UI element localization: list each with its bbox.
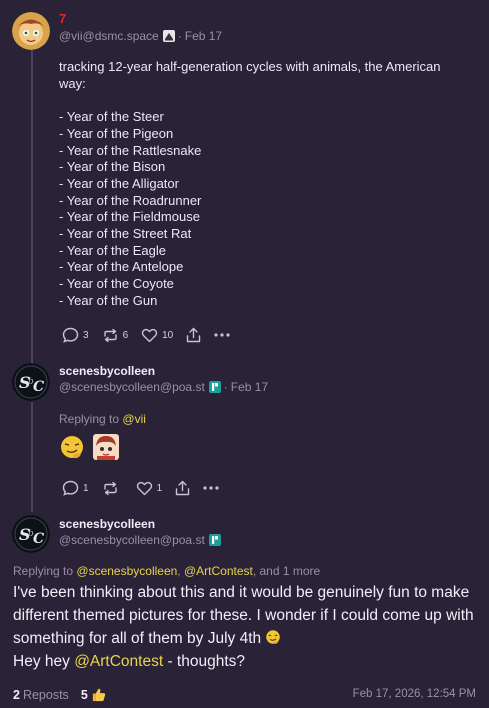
- repost-button[interactable]: [102, 481, 123, 496]
- share-button[interactable]: [175, 480, 190, 496]
- smug-emoji-icon: [61, 436, 83, 459]
- avatar[interactable]: S b C: [12, 515, 50, 553]
- handle-row: @scenesbycolleen@poa.st · Feb 17: [59, 380, 268, 394]
- post-actions: 3 6 10: [62, 327, 243, 343]
- reply-icon: [62, 327, 79, 343]
- handle[interactable]: @scenesbycolleen@poa.st: [59, 380, 205, 394]
- post-body: I've been thinking about this and it wou…: [13, 581, 476, 673]
- avatar[interactable]: S b C: [12, 363, 50, 401]
- reposts-label: Reposts: [22, 687, 69, 702]
- post-scenesbycolleen-reply[interactable]: S b C scenesbycolleen @scenesbycolleen@p…: [0, 350, 489, 510]
- handle[interactable]: @scenesbycolleen@poa.st: [59, 533, 205, 547]
- svg-text:C: C: [33, 379, 44, 395]
- smug-emoji-icon: [266, 630, 281, 644]
- handle-row: @vii@dsmc.space · Feb 17: [59, 29, 222, 43]
- anime-character-emoji-icon: [93, 434, 119, 460]
- heart-icon: [136, 481, 152, 495]
- repost-button[interactable]: 6: [102, 328, 129, 343]
- mention-link[interactable]: @vii: [122, 412, 146, 426]
- and-more-link[interactable]: , and 1 more: [253, 564, 320, 578]
- mention-link[interactable]: @ArtContest: [74, 653, 163, 670]
- display-name[interactable]: scenesbycolleen: [59, 364, 155, 378]
- more-button[interactable]: [214, 333, 230, 337]
- post-stats: 2 Reposts 5: [13, 687, 106, 702]
- post-vii[interactable]: 7 @vii@dsmc.space · Feb 17 tracking 12-y…: [0, 0, 489, 350]
- reposts-count: 2: [13, 687, 20, 702]
- display-name[interactable]: scenesbycolleen: [59, 517, 155, 531]
- post-date[interactable]: Feb 17: [185, 29, 222, 43]
- reply-count: 3: [83, 329, 89, 341]
- reply-button[interactable]: 3: [62, 327, 89, 343]
- thread-view: 7 @vii@dsmc.space · Feb 17 tracking 12-y…: [0, 0, 489, 708]
- repost-count: 6: [122, 329, 129, 341]
- post-text: I've been thinking about this and it wou…: [13, 584, 474, 647]
- post-actions: 1 1: [62, 480, 232, 496]
- mention-link[interactable]: @ArtContest: [184, 564, 253, 578]
- replying-label: Replying to: [59, 412, 120, 426]
- more-icon: [214, 333, 230, 337]
- reply-button[interactable]: 1: [62, 480, 89, 496]
- avatar[interactable]: [12, 12, 50, 50]
- like-count: 10: [162, 329, 174, 341]
- separator: ·: [177, 29, 182, 43]
- reply-context: Replying to @scenesbycolleen, @ArtContes…: [13, 564, 320, 578]
- instance-badge-icon: [162, 30, 175, 42]
- like-count: 1: [156, 482, 163, 494]
- mention-link[interactable]: @scenesbycolleen: [76, 564, 177, 578]
- thumbs-up-icon: [92, 688, 105, 702]
- reply-context: Replying to @vii: [59, 412, 146, 426]
- handle[interactable]: @vii@dsmc.space: [59, 29, 159, 43]
- display-name[interactable]: 7: [59, 11, 66, 26]
- post-text: - thoughts?: [163, 653, 246, 670]
- like-button[interactable]: 1: [136, 481, 163, 496]
- more-button[interactable]: [203, 486, 219, 490]
- like-button[interactable]: 10: [141, 328, 173, 343]
- svg-text:C: C: [33, 531, 44, 547]
- share-button[interactable]: [186, 327, 201, 343]
- more-icon: [203, 486, 219, 490]
- post-timestamp[interactable]: Feb 17, 2026, 12:54 PM: [353, 688, 476, 700]
- emoji-row: [59, 434, 119, 460]
- likes-stat[interactable]: 5: [81, 687, 106, 702]
- share-icon: [187, 327, 201, 343]
- repost-icon: [103, 328, 117, 342]
- handle-row: @scenesbycolleen@poa.st: [59, 533, 221, 547]
- separator: ·: [223, 380, 228, 394]
- replying-label: Replying to: [13, 564, 74, 578]
- post-body: tracking 12-year half-generation cycles …: [59, 59, 441, 308]
- likes-count: 5: [80, 687, 88, 702]
- reposts-stat[interactable]: 2 Reposts: [13, 688, 69, 702]
- reply-icon: [62, 480, 79, 496]
- repost-icon: [103, 481, 117, 495]
- post-date[interactable]: Feb 17: [231, 380, 268, 394]
- heart-icon: [141, 328, 158, 342]
- reply-count: 1: [83, 482, 89, 494]
- post-text: Hey hey: [13, 653, 70, 670]
- comma: ,: [177, 564, 184, 578]
- share-icon: [175, 480, 190, 496]
- pleroma-badge-icon: [208, 381, 221, 393]
- pleroma-badge-icon: [208, 534, 221, 546]
- focused-post: S b C scenesbycolleen @scenesbycolleen@p…: [0, 510, 489, 708]
